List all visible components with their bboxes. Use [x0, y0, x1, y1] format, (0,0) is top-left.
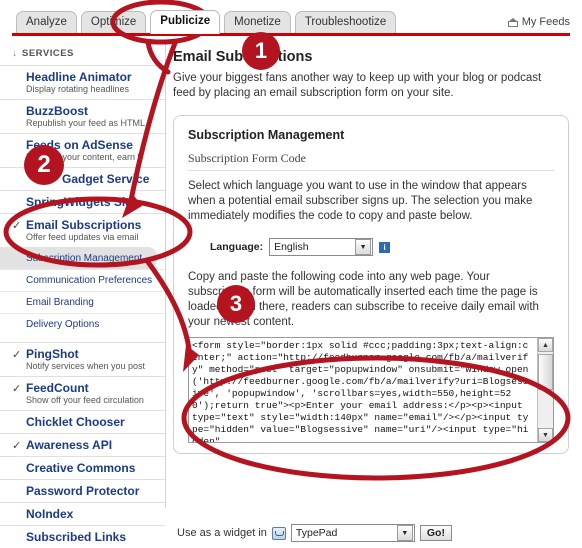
language-row: Language: English ▼ i: [210, 238, 554, 256]
sidebar-item-noindex[interactable]: NoIndex: [0, 502, 165, 525]
subscription-code-textarea[interactable]: <form style="border:1px solid #ccc;paddi…: [188, 337, 554, 443]
sidebar-item-awareness-api[interactable]: ✓ Awareness API: [0, 433, 165, 456]
sidebar-item-password-protector[interactable]: Password Protector: [0, 479, 165, 502]
home-icon: [507, 17, 518, 27]
tab-publicize[interactable]: Publicize: [150, 10, 221, 34]
sidebar-subitem-email-branding[interactable]: Email Branding: [0, 291, 165, 313]
tab-monetize[interactable]: Monetize: [224, 11, 291, 34]
sidebar-subitem-delivery-options[interactable]: Delivery Options: [0, 313, 165, 335]
annotation-badge-1: 1: [242, 32, 280, 70]
sidebar-item-name: PingShot: [26, 347, 79, 361]
chevron-down-icon: ▼: [396, 525, 413, 541]
sidebar-item-feedcount[interactable]: ✓ FeedCount Show off your feed circulati…: [0, 376, 165, 410]
sidebar-item-desc: Republish your feed as HTML: [26, 118, 146, 128]
my-feeds-link[interactable]: My Feeds: [507, 16, 570, 28]
language-select[interactable]: English ▼: [269, 238, 374, 256]
chevron-down-icon: ▼: [355, 239, 372, 255]
sidebar-item-headline-animator[interactable]: Headline Animator Display rotating headl…: [0, 65, 165, 99]
widget-platform-select[interactable]: TypePad ▼: [290, 524, 415, 542]
tab-analyze[interactable]: Analyze: [16, 11, 77, 34]
sidebar-item-chicklet-chooser[interactable]: Chicklet Chooser: [0, 410, 165, 433]
sidebar-item-desc: Show off your feed circulation: [26, 395, 144, 405]
sidebar-item-name: SpringWidgets Skin: [26, 195, 140, 209]
annotation-badge-2: 2: [24, 145, 64, 185]
sidebar-item-name: Gadget Service: [62, 172, 150, 186]
sidebar-subitem-communication-preferences[interactable]: Communication Preferences: [0, 269, 165, 291]
panel-title: Subscription Management: [188, 128, 345, 142]
top-tab-bar: Analyze Optimize Publicize Monetize Trou…: [0, 0, 582, 38]
check-icon: ✓: [12, 220, 22, 232]
widget-row: Use as a widget in TypePad ▼ Go!: [177, 524, 452, 542]
info-icon[interactable]: i: [379, 241, 391, 253]
sidebar-item-subscribed-links[interactable]: Subscribed Links: [0, 525, 165, 548]
widget-label: Use as a widget in: [177, 527, 267, 539]
sidebar-item-name: Subscribed Links: [26, 530, 127, 544]
sidebar-item-name: Password Protector: [26, 484, 140, 498]
my-feeds-label: My Feeds: [521, 16, 570, 28]
sidebar-subitem-subscription-management[interactable]: Subscription Management: [0, 247, 157, 269]
sidebar-item-buzzboost[interactable]: BuzzBoost Republish your feed as HTML: [0, 99, 165, 133]
scroll-up-icon[interactable]: ▲: [538, 338, 553, 352]
sidebar-item-name: Creative Commons: [26, 461, 136, 475]
scroll-down-icon[interactable]: ▼: [538, 428, 553, 442]
sidebar-item-springwidgets-skin[interactable]: SpringWidgets Skin: [0, 190, 165, 213]
sidebar-item-name: FeedCount: [26, 381, 89, 395]
sidebar-item-email-subscriptions[interactable]: ✓ Email Subscriptions Offer feed updates…: [0, 213, 165, 247]
page-subtitle: Give your biggest fans another way to ke…: [173, 72, 542, 99]
go-button[interactable]: Go!: [419, 525, 452, 541]
language-select-value: English: [274, 241, 309, 253]
sidebar-item-name: Awareness API: [26, 438, 113, 452]
widget-icon: [271, 526, 286, 540]
sidebar-item-desc: Notify services when you post: [26, 361, 146, 371]
sidebar-item-creative-commons[interactable]: Creative Commons: [0, 456, 165, 479]
tab-troubleshootize[interactable]: Troubleshootize: [294, 11, 397, 34]
section-title: Subscription Form Code: [188, 151, 554, 171]
tab-list: Analyze Optimize Publicize Monetize Trou…: [16, 10, 397, 34]
check-icon: ✓: [12, 440, 22, 452]
page-title: Email Subscriptions: [173, 49, 312, 65]
sidebar-header-label: SERVICES: [22, 48, 74, 59]
code-scrollbar[interactable]: ▲ ▼: [537, 338, 553, 442]
check-icon: ✓: [12, 349, 22, 361]
chevron-down-icon: ↓: [12, 48, 18, 59]
language-intro-text: Select which language you want to use in…: [188, 180, 533, 222]
language-label: Language:: [210, 241, 264, 253]
sidebar-item-name: Headline Animator: [26, 70, 132, 84]
red-divider-rule: [12, 33, 570, 36]
sidebar-item-name: Email Subscriptions: [26, 218, 142, 232]
check-icon: ✓: [12, 383, 22, 395]
sidebar-header: ↓ SERVICES: [0, 40, 165, 65]
main-content: Email Subscriptions Give your biggest fa…: [165, 40, 582, 542]
sidebar-item-desc: Offer feed updates via email: [26, 232, 139, 242]
scrollbar-thumb[interactable]: [538, 354, 553, 390]
sidebar-item-name: NoIndex: [26, 507, 74, 521]
subscription-code-value[interactable]: <form style="border:1px solid #ccc;paddi…: [189, 338, 537, 442]
annotation-badge-3: 3: [217, 285, 255, 323]
sidebar-item-name: Chicklet Chooser: [26, 415, 125, 429]
tab-optimize[interactable]: Optimize: [80, 11, 147, 34]
sidebar-item-name: BuzzBoost: [26, 104, 88, 118]
sidebar-item-desc: Display rotating headlines: [26, 84, 130, 94]
services-sidebar: ↓ SERVICES Headline Animator Display rot…: [0, 40, 166, 544]
sidebar-item-pingshot[interactable]: ✓ PingShot Notify services when you post: [0, 342, 165, 376]
widget-platform-value: TypePad: [295, 527, 338, 539]
